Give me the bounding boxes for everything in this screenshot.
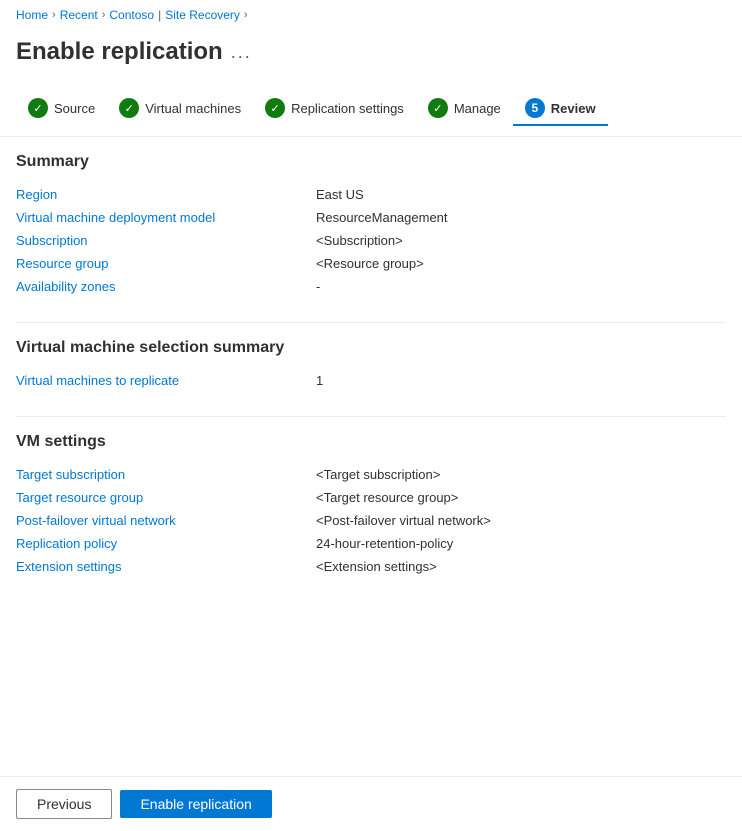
step-replication-settings[interactable]: ✓ Replication settings xyxy=(253,92,416,126)
steps-bar: ✓ Source ✓ Virtual machines ✓ Replicatio… xyxy=(0,82,742,137)
table-row: Post-failover virtual network<Post-failo… xyxy=(16,509,726,532)
breadcrumb-site-recovery[interactable]: Site Recovery xyxy=(165,8,240,22)
row-label: Extension settings xyxy=(16,555,316,578)
table-row: Replication policy24-hour-retention-poli… xyxy=(16,532,726,555)
step-manage-check-icon: ✓ xyxy=(428,98,448,118)
row-value: - xyxy=(316,275,726,298)
step-vm-label: Virtual machines xyxy=(145,101,241,116)
breadcrumb-pipe: | xyxy=(158,8,161,22)
row-label: Post-failover virtual network xyxy=(16,509,316,532)
step-virtual-machines[interactable]: ✓ Virtual machines xyxy=(107,92,253,126)
table-row: Resource group<Resource group> xyxy=(16,252,726,275)
step-source-check-icon: ✓ xyxy=(28,98,48,118)
row-label: Resource group xyxy=(16,252,316,275)
footer: Previous Enable replication xyxy=(0,776,742,831)
page-title-area: Enable replication ... xyxy=(0,30,742,82)
vm-settings-title: VM settings xyxy=(16,433,726,451)
vm-selection-section: Virtual machine selection summary Virtua… xyxy=(16,339,726,392)
vm-selection-table: Virtual machines to replicate1 xyxy=(16,369,726,392)
breadcrumb-sep3: › xyxy=(244,9,248,21)
enable-replication-button[interactable]: Enable replication xyxy=(120,790,271,818)
breadcrumb-contoso[interactable]: Contoso xyxy=(109,8,154,22)
row-value: <Target resource group> xyxy=(316,486,726,509)
vm-selection-title: Virtual machine selection summary xyxy=(16,339,726,357)
row-label: Target resource group xyxy=(16,486,316,509)
step-review[interactable]: 5 Review xyxy=(513,92,608,126)
row-label: Virtual machines to replicate xyxy=(16,369,316,392)
table-row: Virtual machine deployment modelResource… xyxy=(16,206,726,229)
row-label: Target subscription xyxy=(16,463,316,486)
main-content: Summary RegionEast USVirtual machine dep… xyxy=(0,153,742,578)
row-value: <Target subscription> xyxy=(316,463,726,486)
vm-settings-table: Target subscription<Target subscription>… xyxy=(16,463,726,578)
row-label: Region xyxy=(16,183,316,206)
step-review-number-icon: 5 xyxy=(525,98,545,118)
row-value: 1 xyxy=(316,369,726,392)
table-row: Extension settings<Extension settings> xyxy=(16,555,726,578)
table-row: Virtual machines to replicate1 xyxy=(16,369,726,392)
step-manage[interactable]: ✓ Manage xyxy=(416,92,513,126)
step-vm-check-icon: ✓ xyxy=(119,98,139,118)
page-title: Enable replication xyxy=(16,38,223,66)
row-label: Subscription xyxy=(16,229,316,252)
row-value: <Subscription> xyxy=(316,229,726,252)
row-value: East US xyxy=(316,183,726,206)
table-row: Target resource group<Target resource gr… xyxy=(16,486,726,509)
table-row: Target subscription<Target subscription> xyxy=(16,463,726,486)
summary-table: RegionEast USVirtual machine deployment … xyxy=(16,183,726,298)
breadcrumb-recent[interactable]: Recent xyxy=(60,8,98,22)
row-value: <Extension settings> xyxy=(316,555,726,578)
row-value[interactable]: 24-hour-retention-policy xyxy=(316,532,726,555)
step-rep-label: Replication settings xyxy=(291,101,404,116)
row-value: <Resource group> xyxy=(316,252,726,275)
row-label: Replication policy xyxy=(16,532,316,555)
row-value: <Post-failover virtual network> xyxy=(316,509,726,532)
step-manage-label: Manage xyxy=(454,101,501,116)
breadcrumb-sep2: › xyxy=(102,9,106,21)
breadcrumb: Home › Recent › Contoso | Site Recovery … xyxy=(0,0,742,30)
previous-button[interactable]: Previous xyxy=(16,789,112,819)
row-value: ResourceManagement xyxy=(316,206,726,229)
summary-title: Summary xyxy=(16,153,726,171)
divider-1 xyxy=(16,322,726,323)
step-rep-check-icon: ✓ xyxy=(265,98,285,118)
step-review-label: Review xyxy=(551,101,596,116)
table-row: Subscription<Subscription> xyxy=(16,229,726,252)
breadcrumb-home[interactable]: Home xyxy=(16,8,48,22)
summary-section: Summary RegionEast USVirtual machine dep… xyxy=(16,153,726,298)
row-label: Availability zones xyxy=(16,275,316,298)
breadcrumb-sep1: › xyxy=(52,9,56,21)
page-title-more-button[interactable]: ... xyxy=(231,42,252,63)
table-row: Availability zones- xyxy=(16,275,726,298)
table-row: RegionEast US xyxy=(16,183,726,206)
step-source-label: Source xyxy=(54,101,95,116)
vm-settings-section: VM settings Target subscription<Target s… xyxy=(16,433,726,578)
divider-2 xyxy=(16,416,726,417)
step-source[interactable]: ✓ Source xyxy=(16,92,107,126)
row-label: Virtual machine deployment model xyxy=(16,206,316,229)
